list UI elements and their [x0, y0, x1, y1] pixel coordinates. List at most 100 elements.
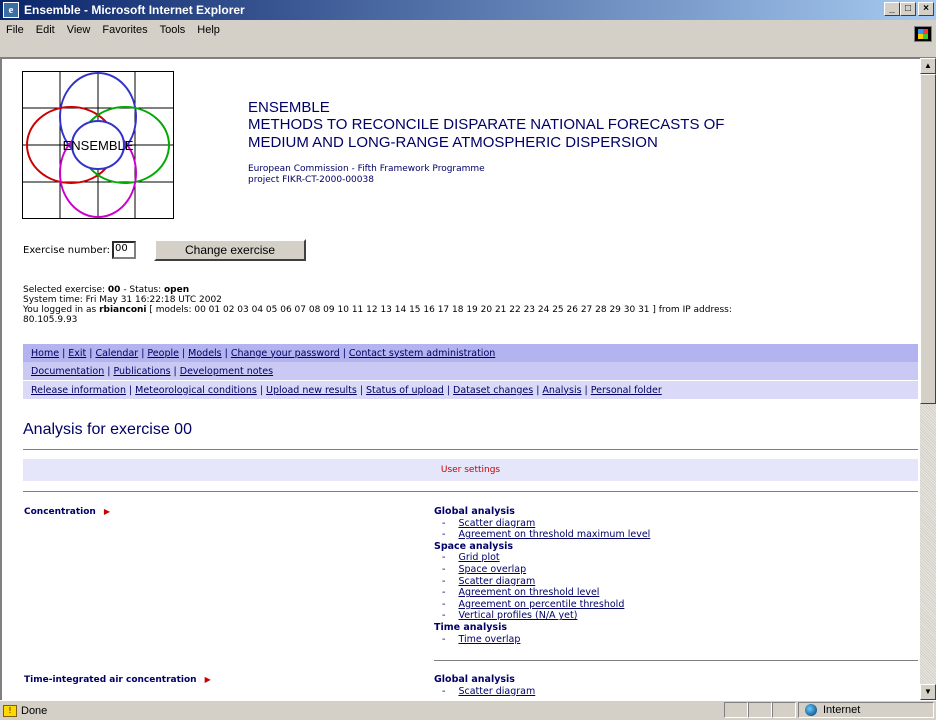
globe-icon [805, 704, 817, 716]
login-models: [ models: 00 01 02 03 04 05 06 07 08 09 … [146, 305, 732, 315]
arrow-right-icon: ▶ [204, 675, 211, 684]
list-item: - Vertical profiles (N/A yet) [442, 610, 578, 622]
logo-text: ENSEMBLE [63, 138, 134, 153]
close-button[interactable]: × [918, 2, 934, 16]
nav-exit[interactable]: Exit [68, 348, 86, 359]
project-subtitle-1: METHODS TO RECONCILE DISPARATE NATIONAL … [248, 116, 725, 133]
link-agreement-threshold-max[interactable]: Agreement on threshold maximum level [458, 529, 650, 540]
page-content: ENSEMBLE ENSEMBLE METHODS TO RECONCILE D… [0, 58, 920, 700]
menu-tools[interactable]: Tools [160, 24, 186, 36]
menu-favorites[interactable]: Favorites [102, 24, 147, 36]
arrow-right-icon: ▶ [103, 507, 110, 516]
project-title: ENSEMBLE [248, 99, 330, 116]
nav-meteorological-conditions[interactable]: Meteorological conditions [135, 385, 257, 396]
ip-address: 80.105.9.93 [23, 315, 78, 325]
nav-contact-admin[interactable]: Contact system administration [349, 348, 495, 359]
link-grid-plot[interactable]: Grid plot [458, 552, 499, 563]
nav-analysis[interactable]: Analysis [542, 385, 581, 396]
nav-change-password[interactable]: Change your password [231, 348, 340, 359]
section-concentration[interactable]: Concentration ▶ [24, 507, 110, 517]
section-label: Time-integrated air concentration [24, 675, 197, 685]
nav-publications[interactable]: Publications [113, 366, 170, 377]
list-item: - Grid plot [442, 552, 500, 564]
nav-calendar[interactable]: Calendar [95, 348, 138, 359]
page-done-icon: ! [3, 704, 17, 717]
page-title: Analysis for exercise 00 [23, 421, 192, 438]
group-global-analysis: Global analysis [434, 674, 515, 685]
group-time-analysis: Time analysis [434, 621, 507, 633]
minimize-button[interactable]: _ [884, 2, 900, 16]
nav-status-of-upload[interactable]: Status of upload [366, 385, 444, 396]
nav-release-information[interactable]: Release information [31, 385, 126, 396]
concentration-analysis-list: Global analysis - Scatter diagram - Agre… [434, 506, 650, 645]
selected-exercise-value: 00 [107, 285, 121, 295]
link-agreement-threshold-level[interactable]: Agreement on threshold level [458, 587, 599, 598]
scroll-up-icon[interactable]: ▲ [920, 58, 936, 74]
ie-icon: e [3, 2, 19, 18]
title-bar: e Ensemble - Microsoft Internet Explorer… [0, 0, 936, 20]
nav-row-exercise: Release information | Meteorological cond… [23, 381, 918, 399]
list-item: - Time overlap [442, 633, 521, 645]
maximize-button[interactable]: □ [900, 2, 916, 16]
link-agreement-percentile[interactable]: Agreement on percentile threshold [458, 599, 624, 610]
link-scatter-diagram[interactable]: Scatter diagram [458, 686, 535, 697]
link-vertical-profiles[interactable]: Vertical profiles (N/A yet) [458, 610, 577, 621]
link-time-overlap[interactable]: Time overlap [458, 634, 520, 645]
menu-bar: File Edit View Favorites Tools Help [0, 20, 936, 58]
scrollbar-thumb[interactable] [920, 74, 936, 404]
login-user: rbianconi [99, 305, 147, 315]
nav-row-docs: Documentation | Publications | Development… [23, 362, 918, 380]
browser-window: e Ensemble - Microsoft Internet Explorer… [0, 0, 936, 720]
nav-dataset-changes[interactable]: Dataset changes [453, 385, 533, 396]
zone-label: Internet [823, 704, 861, 716]
list-item: - Scatter diagram [442, 685, 536, 697]
link-space-overlap[interactable]: Space overlap [458, 564, 526, 575]
menu-edit[interactable]: Edit [36, 24, 55, 36]
selected-exercise-label: Selected exercise: [23, 285, 108, 295]
windows-logo-icon [914, 26, 932, 42]
vertical-scrollbar[interactable]: ▲ ▼ [920, 58, 936, 700]
exercise-form: Exercise number: 00 Change exercise [23, 239, 307, 261]
section-label: Concentration [24, 507, 96, 517]
nav-home[interactable]: Home [31, 348, 59, 359]
list-item: - Agreement on percentile threshold [442, 598, 625, 610]
nav-documentation[interactable]: Documentation [31, 366, 104, 377]
status-cell [724, 702, 748, 718]
menu-view[interactable]: View [67, 24, 91, 36]
user-settings-link[interactable]: User settings [23, 459, 918, 481]
status-value: open [164, 285, 190, 295]
list-item: - Agreement on threshold level [442, 587, 600, 599]
list-item: - Scatter diagram [442, 575, 536, 587]
divider [23, 491, 918, 492]
nav-people[interactable]: People [147, 348, 179, 359]
project-header: ENSEMBLE METHODS TO RECONCILE DISPARATE … [248, 99, 724, 186]
section-time-integrated-air-concentration[interactable]: Time-integrated air concentration ▶ [24, 675, 211, 685]
status-cell [772, 702, 796, 718]
nav-row-main: Home | Exit | Calendar | People | Models | Ch… [23, 344, 918, 362]
project-subtitle-2: MEDIUM AND LONG-RANGE ATMOSPHERIC DISPER… [248, 134, 658, 151]
nav-personal-folder[interactable]: Personal folder [591, 385, 662, 396]
security-zone: Internet [798, 702, 934, 718]
scroll-down-icon[interactable]: ▼ [920, 684, 936, 700]
menu-file[interactable]: File [6, 24, 24, 36]
ensemble-logo: ENSEMBLE [22, 71, 174, 219]
list-item: - Scatter diagram [442, 517, 536, 529]
link-scatter-diagram[interactable]: Scatter diagram [458, 576, 535, 587]
divider [23, 449, 918, 450]
status-cell [748, 702, 772, 718]
change-exercise-button[interactable]: Change exercise [154, 239, 307, 261]
divider [434, 660, 918, 661]
nav-upload-new-results[interactable]: Upload new results [266, 385, 357, 396]
project-code: project FIKR-CT-2000-00038 [248, 175, 374, 185]
link-scatter-diagram[interactable]: Scatter diagram [458, 518, 535, 529]
list-item: - Space overlap [442, 563, 527, 575]
session-info: Selected exercise: 00 - Status: open Sys… [23, 285, 918, 325]
exercise-number-input[interactable]: 00 [112, 241, 137, 259]
status-label: - Status: [120, 285, 164, 295]
exercise-label: Exercise number: [23, 244, 111, 256]
nav-development-notes[interactable]: Development notes [180, 366, 273, 377]
nav-models[interactable]: Models [188, 348, 221, 359]
system-time: System time: Fri May 31 16:22:18 UTC 200… [23, 295, 222, 305]
window-title: Ensemble - Microsoft Internet Explorer [24, 3, 245, 17]
menu-help[interactable]: Help [197, 24, 220, 36]
